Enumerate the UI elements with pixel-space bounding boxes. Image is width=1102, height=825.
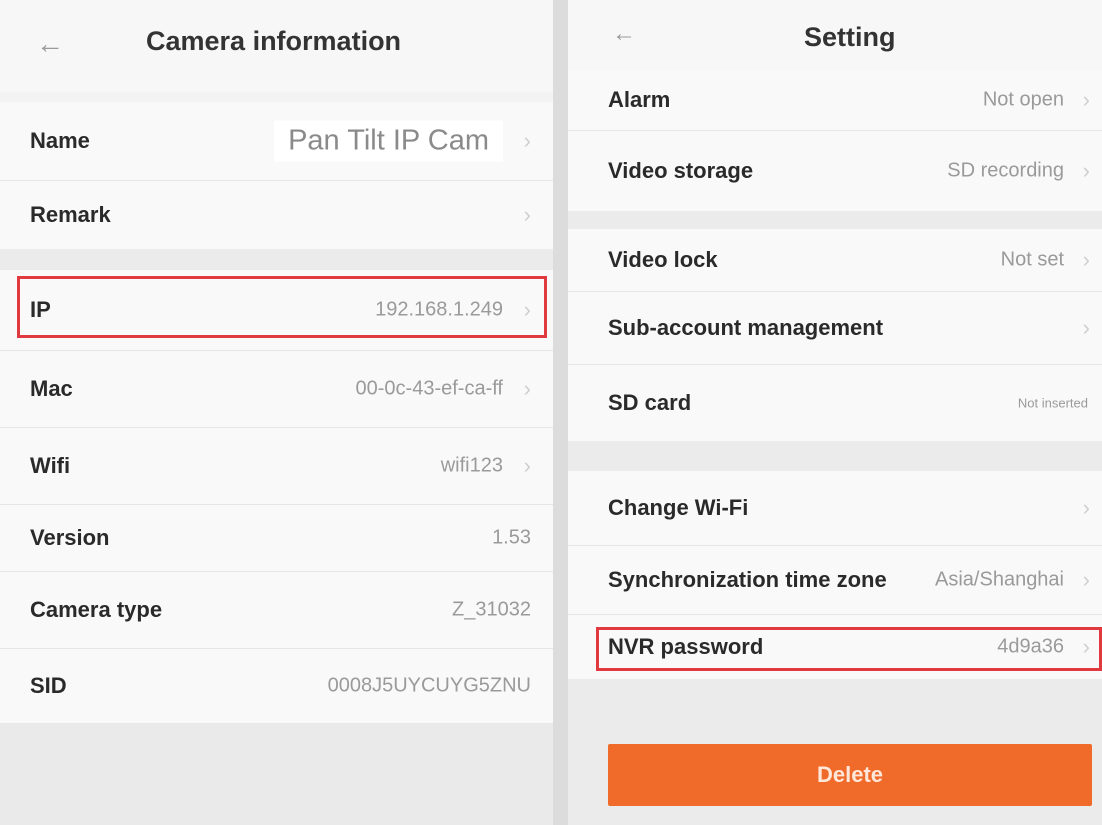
row-alarm[interactable]: Alarm Not open › — [568, 70, 1102, 130]
sub-account-label: Sub-account management — [608, 315, 884, 340]
video-storage-label: Video storage — [608, 158, 754, 183]
setting-header: ← Setting — [568, 0, 1102, 70]
name-label: Name — [30, 128, 90, 153]
chevron-right-icon: › — [1082, 87, 1090, 112]
bottom-empty-area — [0, 723, 553, 825]
page-title: Camera information — [146, 26, 402, 56]
video-storage-value: SD recording — [947, 159, 1064, 182]
back-arrow-icon[interactable]: ← — [612, 20, 636, 48]
row-video-lock[interactable]: Video lock Not set › — [568, 229, 1102, 291]
chevron-right-icon: › — [1082, 315, 1090, 340]
chevron-right-icon: › — [523, 128, 531, 153]
section-gap — [568, 211, 1102, 229]
alarm-label: Alarm — [608, 87, 671, 112]
setting-panel: ← Setting Alarm Not open › Video storage… — [568, 0, 1102, 825]
delete-button[interactable]: Delete — [608, 744, 1092, 806]
chevron-right-icon: › — [1082, 247, 1090, 272]
wifi-value: wifi123 — [440, 454, 503, 477]
section-gap — [568, 441, 1102, 471]
wifi-label: Wifi — [30, 453, 71, 478]
camera-info-header: ← Camera information — [0, 0, 553, 92]
row-remark[interactable]: Remark › — [0, 181, 553, 249]
version-label: Version — [30, 525, 110, 550]
row-sub-account-management[interactable]: Sub-account management › — [568, 292, 1102, 364]
name-value: Pan Tilt IP Cam — [274, 120, 503, 162]
chevron-right-icon: › — [1082, 495, 1090, 520]
chevron-right-icon: › — [1082, 634, 1090, 659]
row-camera-type: Camera type Z_31032 — [0, 572, 553, 648]
row-sd-card[interactable]: SD card Not inserted — [568, 365, 1102, 441]
back-arrow-icon[interactable]: ← — [36, 28, 64, 60]
chevron-right-icon: › — [1082, 567, 1090, 592]
sd-card-label: SD card — [608, 390, 692, 415]
row-ip[interactable]: IP 192.168.1.249 › — [0, 270, 553, 350]
camera-type-label: Camera type — [30, 597, 163, 622]
chevron-right-icon: › — [523, 297, 531, 322]
chevron-right-icon: › — [523, 376, 531, 401]
panel-divider — [553, 0, 568, 825]
row-version: Version 1.53 — [0, 505, 553, 571]
row-wifi[interactable]: Wifi wifi123 › — [0, 428, 553, 504]
change-wifi-label: Change Wi-Fi — [608, 495, 749, 520]
mac-value: 00-0c-43-ef-ca-ff — [355, 377, 503, 400]
camera-type-value: Z_31032 — [452, 598, 531, 621]
row-mac[interactable]: Mac 00-0c-43-ef-ca-ff › — [0, 351, 553, 427]
row-change-wifi[interactable]: Change Wi-Fi › — [568, 471, 1102, 545]
camera-information-panel: ← Camera information Name Pan Tilt IP Ca… — [0, 0, 553, 825]
version-value: 1.53 — [492, 526, 531, 549]
alarm-value: Not open — [982, 88, 1064, 111]
page-title: Setting — [804, 22, 896, 52]
sd-card-value: Not inserted — [1017, 395, 1088, 411]
sync-time-zone-value: Asia/Shanghai — [935, 568, 1064, 591]
video-lock-value: Not set — [1000, 248, 1064, 271]
ip-label: IP — [30, 297, 51, 322]
mac-label: Mac — [30, 376, 73, 401]
sync-time-zone-label: Synchronization time zone — [608, 567, 887, 592]
chevron-right-icon: › — [523, 202, 531, 227]
row-video-storage[interactable]: Video storage SD recording › — [568, 131, 1102, 211]
row-name[interactable]: Name Pan Tilt IP Cam › — [0, 102, 553, 180]
chevron-right-icon: › — [523, 453, 531, 478]
remark-label: Remark — [30, 202, 111, 227]
section-gap — [0, 249, 553, 270]
sid-value: 0008J5UYCUYG5ZNU — [327, 674, 531, 697]
row-sync-time-zone[interactable]: Synchronization time zone Asia/Shanghai … — [568, 546, 1102, 614]
video-lock-label: Video lock — [608, 247, 718, 272]
row-nvr-password[interactable]: NVR password 4d9a36 › — [568, 615, 1102, 679]
ip-value: 192.168.1.249 — [375, 298, 503, 321]
nvr-password-label: NVR password — [608, 634, 764, 659]
sid-label: SID — [30, 673, 67, 698]
nvr-password-value: 4d9a36 — [997, 635, 1064, 658]
chevron-right-icon: › — [1082, 158, 1090, 183]
row-sid: SID 0008J5UYCUYG5ZNU — [0, 649, 553, 723]
